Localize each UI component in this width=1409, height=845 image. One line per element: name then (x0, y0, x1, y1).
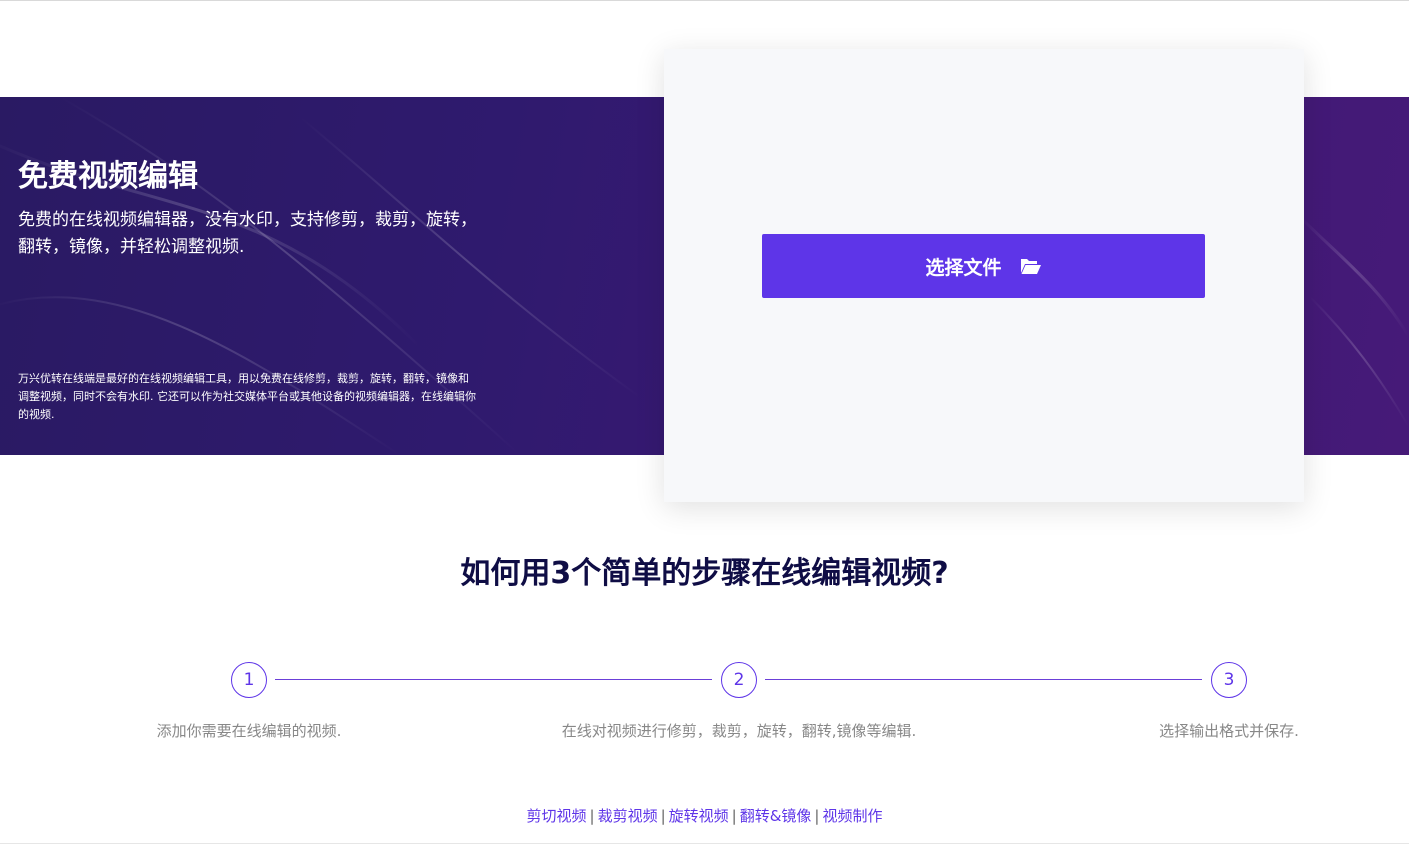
step-number-3: 3 (1211, 662, 1247, 698)
footer-links: 剪切视频 | 裁剪视频 | 旋转视频 | 翻转&镜像 | 视频制作 (0, 804, 1409, 828)
footer-separator: | (589, 807, 595, 825)
bottom-divider (0, 843, 1409, 844)
step-text-2: 在线对视频进行修剪，裁剪，旋转，翻转,镜像等编辑. (561, 722, 917, 740)
step-connector-2 (765, 679, 1202, 680)
footer-separator: | (814, 807, 820, 825)
hero-subtitle: 免费的在线视频编辑器，没有水印，支持修剪，裁剪，旋转，翻转，镜像，并轻松调整视频… (18, 210, 477, 257)
footer-link-video-maker[interactable]: 视频制作 (822, 807, 882, 825)
footer-link-cut-video[interactable]: 剪切视频 (526, 807, 586, 825)
footer-link-crop-video[interactable]: 裁剪视频 (598, 807, 658, 825)
choose-file-label: 选择文件 (925, 256, 1002, 279)
footer-link-rotate-video[interactable]: 旋转视频 (669, 807, 729, 825)
hero-title: 免费视频编辑 (18, 159, 198, 194)
steps-heading: 如何用3个简单的步骤在线编辑视频? (460, 556, 949, 591)
top-divider (0, 0, 1409, 1)
footer-separator: | (660, 807, 666, 825)
folder-open-icon (1020, 259, 1041, 274)
step-number-1: 1 (231, 662, 267, 698)
step-connector-1 (275, 679, 712, 680)
upload-card: 选择文件 (664, 49, 1304, 502)
hero-description: 万兴优转在线端是最好的在线视频编辑工具，用以免费在线修剪，裁剪，旋转，翻转，镜像… (18, 372, 476, 421)
step-text-1: 添加你需要在线编辑的视频. (156, 722, 342, 740)
step-number-2: 2 (721, 662, 757, 698)
footer-separator: | (731, 807, 737, 825)
footer-link-flip-mirror[interactable]: 翻转&镜像 (740, 807, 812, 825)
choose-file-button[interactable]: 选择文件 (762, 234, 1205, 298)
step-text-3: 选择输出格式并保存. (1159, 722, 1299, 740)
